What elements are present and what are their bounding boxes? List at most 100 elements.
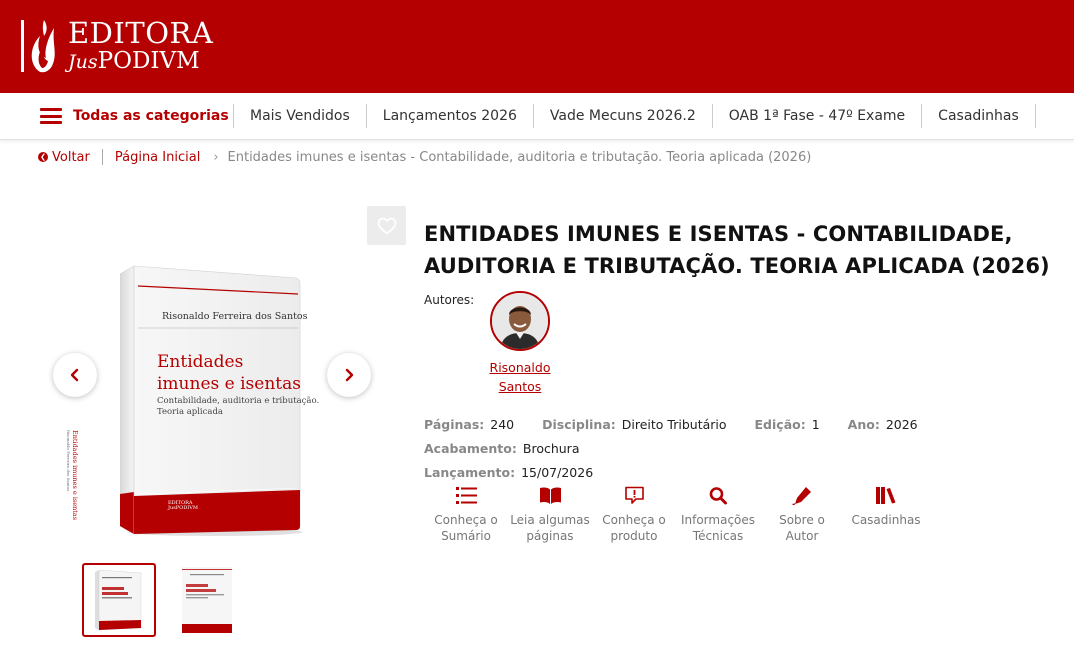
spec-discipline: Disciplina: Direito Tributário (542, 413, 726, 437)
cover-title-2: imunes e isentas (157, 374, 301, 394)
action-label-line1: Conheça o (602, 513, 666, 527)
pen-icon (791, 486, 811, 505)
spec-value: 240 (490, 417, 515, 432)
action-label-line1: Informações (680, 513, 756, 527)
list-icon (455, 486, 477, 504)
all-categories-label: Todas as categorias (73, 108, 229, 124)
action-info-tecnicas[interactable]: Informações Técnicas (676, 484, 760, 544)
action-casadinhas[interactable]: Casadinhas (844, 484, 928, 544)
chevron-right-icon (345, 368, 354, 382)
logo-editora: EDITORA (68, 16, 214, 50)
breadcrumb-current: Entidades imunes e isentas - Contabilida… (227, 149, 812, 165)
action-label: Casadinhas (844, 512, 928, 528)
spec-label: Páginas: (424, 417, 485, 432)
spec-edition: Edição: 1 (755, 413, 820, 437)
favorite-button[interactable] (367, 206, 406, 245)
cover-publisher-2: JusPODIVM (168, 505, 198, 511)
back-link-label: Voltar (52, 149, 90, 165)
nav-item-oab[interactable]: OAB 1ª Fase - 47º Exame (711, 104, 921, 128)
spec-value: 15/07/2026 (521, 465, 594, 480)
author-name-line2: Santos (498, 379, 542, 394)
author-name-line1: Risonaldo (489, 360, 551, 375)
authors-label: Autores: (424, 293, 475, 307)
breadcrumb-home[interactable]: Página Inicial (115, 150, 200, 165)
cover-title-1: Entidades (157, 352, 244, 372)
cover-publisher: EDITORA JusPODIVM (168, 501, 198, 511)
product-title: ENTIDADES IMUNES E ISENTAS - CONTABILIDA… (424, 222, 1050, 278)
product-actions: Conheça o Sumário Leia algumas páginas Con… (424, 484, 928, 544)
action-label-line2: páginas (526, 529, 574, 543)
chevron-right-icon: › (213, 149, 219, 165)
back-arrow-icon: ❮ (38, 152, 48, 162)
product-specs: Páginas: 240 Disciplina: Direito Tributári… (424, 413, 1064, 485)
logo-podivm: PODIVM (97, 48, 200, 74)
spec-value: 1 (811, 417, 820, 432)
nav-links: Mais Vendidos Lançamentos 2026 Vade Mecu… (233, 103, 1036, 129)
action-sumario[interactable]: Conheça o Sumário (424, 484, 508, 544)
thumbnail-strip (82, 563, 244, 637)
heart-icon (377, 217, 396, 234)
nav-item-mais-vendidos[interactable]: Mais Vendidos (233, 104, 366, 128)
action-label: Leia algumas páginas (508, 512, 592, 544)
breadcrumb: ❮ Voltar Página Inicial › Entidades imun… (38, 148, 811, 166)
action-label-line2: Sumário (441, 529, 491, 543)
action-label-line1: Leia algumas (510, 513, 590, 527)
thumbnail-cover-3d[interactable] (82, 563, 156, 637)
logo-juspodivm: JusPODIVM (68, 50, 213, 73)
action-leia-paginas[interactable]: Leia algumas páginas (508, 484, 592, 544)
info-comment-icon (624, 486, 644, 504)
thumbnail-flat-image (182, 567, 232, 633)
cover-subtitle-1: Contabilidade, auditoria e tributação. (157, 396, 320, 406)
site-header: EDITORA JusPODIVM (0, 0, 1074, 93)
action-label-line2: produto (610, 529, 658, 543)
books-icon (875, 486, 895, 504)
nav-item-casadinhas[interactable]: Casadinhas (921, 104, 1036, 128)
action-label: Conheça o Sumário (424, 512, 508, 544)
thumbnail-cover-flat[interactable] (170, 563, 244, 637)
spec-label: Edição: (754, 417, 806, 432)
spec-value: Brochura (522, 441, 580, 456)
cover-subtitle-2: Teoria aplicada (157, 407, 223, 417)
site-logo[interactable]: EDITORA JusPODIVM (18, 14, 213, 78)
thumbnail-3d-image (95, 569, 142, 631)
author-card[interactable]: Risonaldo Santos (480, 291, 560, 396)
spec-release: Lançamento: 15/07/2026 (424, 461, 593, 485)
all-categories-menu[interactable]: Todas as categorias (40, 103, 229, 129)
author-photo-image (492, 293, 548, 349)
action-label-line1: Sobre o (779, 513, 825, 527)
gallery-next-button[interactable] (327, 353, 371, 397)
nav-item-lancamentos[interactable]: Lançamentos 2026 (365, 104, 533, 128)
product-gallery: Risonaldo Ferreira dos Santos Entidades … (50, 200, 380, 550)
spec-finish: Acabamento: Brochura (424, 437, 579, 461)
main-nav: Todas as categorias Mais Vendidos Lançam… (0, 93, 1074, 140)
chevron-left-icon (70, 368, 79, 382)
spec-value: Direito Tributário (621, 417, 727, 432)
author-name[interactable]: Risonaldo Santos (480, 358, 560, 396)
action-label-line2: Técnicas (692, 529, 744, 543)
spec-label: Disciplina: (542, 417, 616, 432)
spec-label: Ano: (847, 417, 880, 432)
search-icon (709, 486, 727, 504)
breadcrumb-divider (101, 149, 103, 165)
action-conheca-produto[interactable]: Conheça o produto (592, 484, 676, 544)
nav-item-vade-mecuns[interactable]: Vade Mecuns 2026.2 (532, 104, 712, 128)
spec-value: 2026 (885, 417, 918, 432)
spec-pages: Páginas: 240 (424, 413, 514, 437)
spec-label: Acabamento: (424, 441, 517, 456)
hamburger-icon (40, 108, 62, 124)
action-label: Conheça o produto (592, 512, 676, 544)
action-sobre-autor[interactable]: Sobre o Autor (760, 484, 844, 544)
gallery-prev-button[interactable] (53, 353, 97, 397)
cover-author: Risonaldo Ferreira dos Santos (162, 311, 308, 322)
flame-logo-icon (21, 20, 55, 73)
action-label-line1: Casadinhas (851, 513, 921, 527)
logo-jus: Jus (68, 51, 98, 73)
logo-wordmark: EDITORA JusPODIVM (68, 19, 213, 73)
spec-year: Ano: 2026 (848, 413, 918, 437)
spine-author: Risonaldo Ferreira dos Santos (66, 430, 71, 492)
action-label-line2: Autor (785, 529, 819, 543)
back-link[interactable]: ❮ Voltar (38, 150, 90, 165)
open-book-icon (539, 487, 561, 504)
spine-title: Entidades imunes e isentas (71, 430, 79, 521)
action-label: Sobre o Autor (760, 512, 844, 544)
